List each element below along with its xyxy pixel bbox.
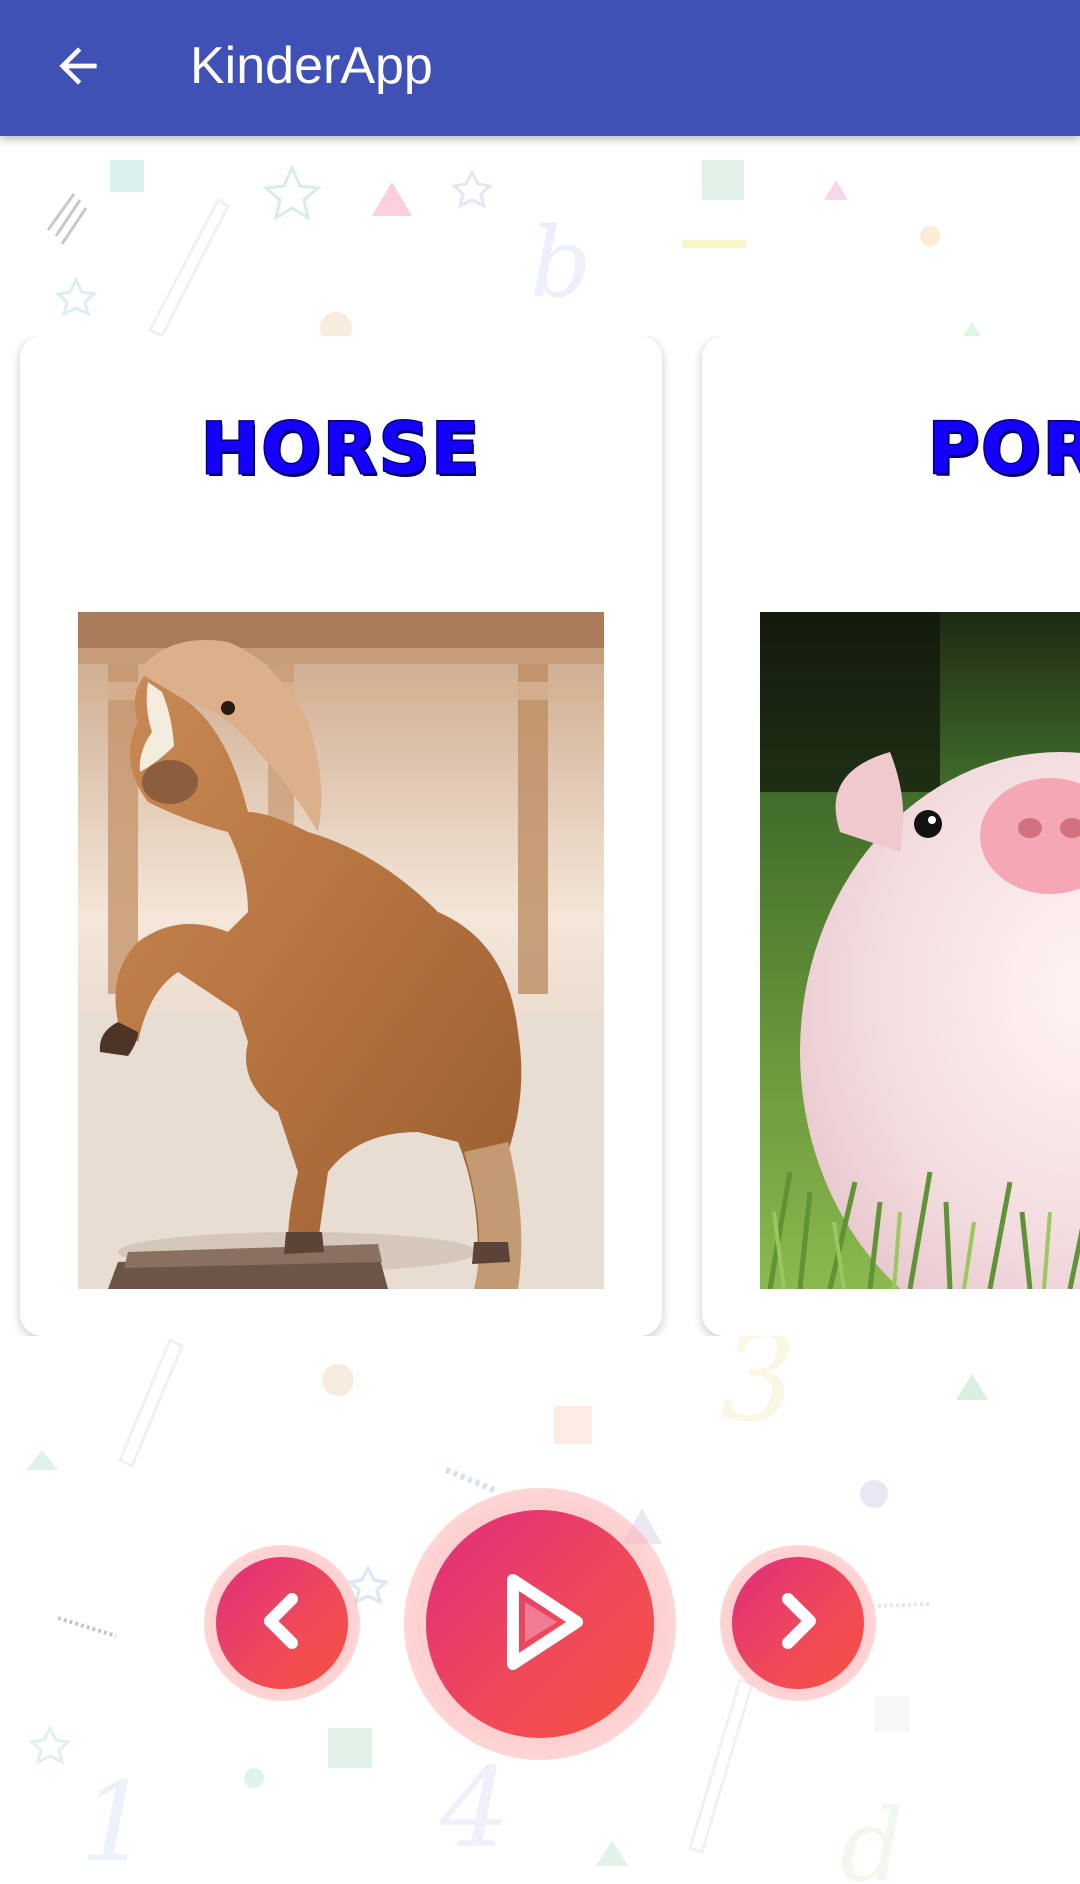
app-title: KinderApp	[190, 37, 433, 95]
horse-photo	[78, 612, 604, 1289]
animal-name: PORC	[926, 407, 1080, 492]
play-button-face	[426, 1510, 654, 1738]
back-button[interactable]	[36, 26, 120, 110]
next-button[interactable]	[720, 1545, 876, 1701]
play-icon	[485, 1562, 595, 1686]
svg-text:1: 1	[80, 1758, 150, 1884]
next-button-face	[732, 1557, 864, 1689]
svg-text:b: b	[530, 207, 591, 319]
animal-card[interactable]: PORC	[702, 336, 1080, 1336]
play-button[interactable]	[404, 1488, 676, 1760]
chevron-left-icon	[250, 1589, 314, 1657]
svg-text:d: d	[840, 1787, 904, 1884]
app-bar: KinderApp	[0, 0, 1080, 136]
previous-button[interactable]	[204, 1545, 360, 1701]
previous-button-face	[216, 1557, 348, 1689]
animal-card[interactable]: HORSE	[20, 336, 662, 1336]
arrow-left-icon	[50, 38, 106, 98]
animal-carousel[interactable]: HORSE POR	[0, 336, 1080, 1336]
pig-photo	[760, 612, 1080, 1289]
svg-text:4: 4	[439, 1744, 510, 1872]
chevron-right-icon	[766, 1589, 830, 1657]
animal-name: HORSE	[199, 407, 482, 492]
